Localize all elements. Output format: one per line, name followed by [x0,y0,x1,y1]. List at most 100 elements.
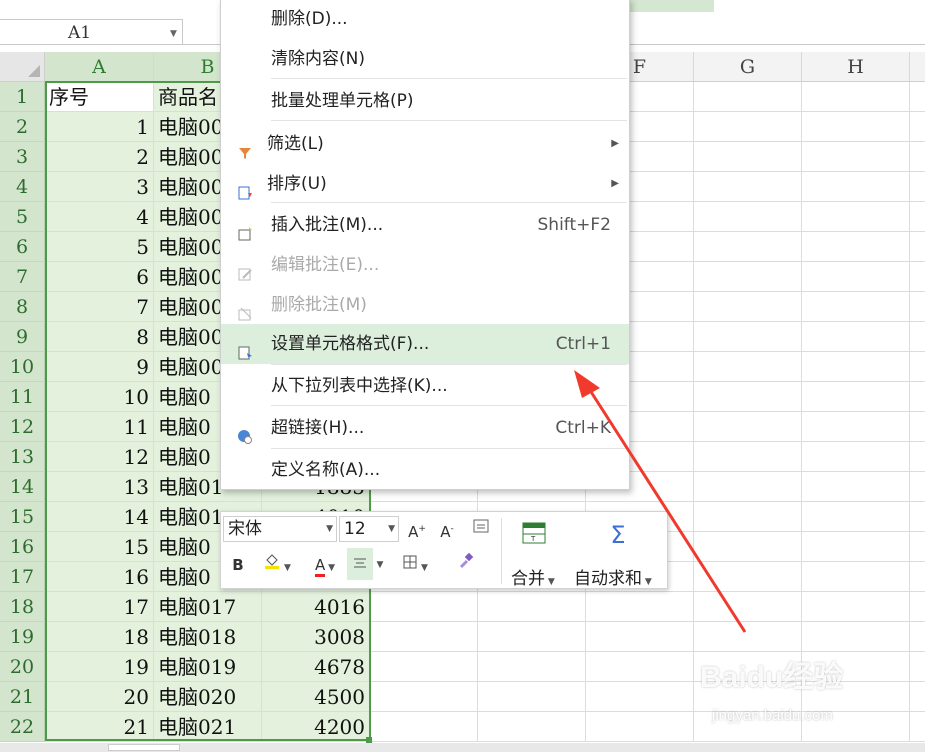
cell-next[interactable] [910,352,925,382]
cell-g[interactable] [694,292,802,322]
cell-h[interactable] [802,82,910,112]
cell-g[interactable] [694,382,802,412]
cell-g[interactable] [694,622,802,652]
row-header[interactable]: 8 [0,292,45,322]
scrollbar-thumb[interactable] [108,744,180,751]
cell-e[interactable] [478,712,586,742]
cell-h[interactable] [802,442,910,472]
row-header[interactable]: 9 [0,322,45,352]
cell-a[interactable]: 14 [45,502,154,532]
cell-a[interactable]: 4 [45,202,154,232]
merge-button[interactable]: 合并 ▼ [511,564,555,589]
cell-next[interactable] [910,142,925,172]
cell-d[interactable] [370,652,478,682]
cell-a[interactable]: 15 [45,532,154,562]
cell-a[interactable]: 10 [45,382,154,412]
cell-h[interactable] [802,562,910,592]
row-header[interactable]: 14 [0,472,45,502]
bold-button[interactable]: B [227,552,249,578]
cell-a[interactable]: 16 [45,562,154,592]
cell-a[interactable]: 17 [45,592,154,622]
menu-item-9[interactable]: 从下拉列表中选择(K)... [221,366,629,406]
cell-a[interactable]: 19 [45,652,154,682]
chevron-down-icon[interactable]: ▼ [326,517,333,541]
cell-next[interactable] [910,442,925,472]
cell-g[interactable] [694,202,802,232]
row-header[interactable]: 19 [0,622,45,652]
cell-a[interactable]: 5 [45,232,154,262]
column-header-h[interactable]: H [802,52,910,82]
cell-next[interactable] [910,532,925,562]
cell-b[interactable]: 电脑018 [154,622,262,652]
row-header[interactable]: 22 [0,712,45,742]
font-size-select[interactable]: 12 ▼ [339,516,399,542]
cell-a[interactable]: 9 [45,352,154,382]
cell-next[interactable] [910,622,925,652]
cell-f[interactable] [586,592,694,622]
row-header[interactable]: 1 [0,82,45,112]
cell-a[interactable]: 11 [45,412,154,442]
name-box[interactable]: A1 ▼ [0,19,183,45]
chevron-down-icon[interactable]: ▼ [373,552,387,578]
borders-button[interactable]: ▼ [395,552,435,578]
row-header[interactable]: 10 [0,352,45,382]
cell-c[interactable]: 4678 [262,652,370,682]
cell-b[interactable]: 电脑020 [154,682,262,712]
row-header[interactable]: 12 [0,412,45,442]
row-header[interactable]: 4 [0,172,45,202]
cell-a[interactable]: 20 [45,682,154,712]
row-header[interactable]: 6 [0,232,45,262]
cell-g[interactable] [694,412,802,442]
row-header[interactable]: 15 [0,502,45,532]
cell-a[interactable]: 18 [45,622,154,652]
cell-next[interactable] [910,562,925,592]
cell-h[interactable] [802,502,910,532]
sigma-icon[interactable]: Σ [603,522,633,548]
horizontal-scrollbar[interactable] [0,743,925,752]
cell-g[interactable] [694,112,802,142]
row-header[interactable]: 18 [0,592,45,622]
cell-h[interactable] [802,202,910,232]
cell-g[interactable] [694,562,802,592]
cell-d[interactable] [370,712,478,742]
cell-g[interactable] [694,592,802,622]
menu-item-0[interactable]: 删除(D)... [221,0,629,39]
name-box-value[interactable]: A1 [68,23,91,43]
cell-c[interactable]: 4500 [262,682,370,712]
cell-next[interactable] [910,592,925,622]
decrease-font-button[interactable]: A- [435,516,459,542]
cell-h[interactable] [802,232,910,262]
cell-g[interactable] [694,172,802,202]
cell-next[interactable] [910,502,925,532]
cell-c[interactable]: 4200 [262,712,370,742]
cell-g[interactable] [694,532,802,562]
cell-f[interactable] [586,682,694,712]
cell-g[interactable] [694,442,802,472]
cell-h[interactable] [802,322,910,352]
cell-a[interactable]: 6 [45,262,154,292]
cell-next[interactable] [910,412,925,442]
cell-h[interactable] [802,292,910,322]
cell-next[interactable] [910,262,925,292]
cell-h[interactable] [802,472,910,502]
cell-h[interactable] [802,412,910,442]
cell-a[interactable]: 8 [45,322,154,352]
cell-next[interactable] [910,292,925,322]
cell-g[interactable] [694,322,802,352]
cell-next[interactable] [910,472,925,502]
row-header[interactable]: 20 [0,652,45,682]
cell-h[interactable] [802,592,910,622]
cell-f[interactable] [586,712,694,742]
cell-b[interactable]: 电脑021 [154,712,262,742]
format-painter-button[interactable] [453,552,479,578]
menu-item-2[interactable]: 批量处理单元格(P) [221,81,629,121]
cell-h[interactable] [802,262,910,292]
cell-next[interactable] [910,172,925,202]
cell-e[interactable] [478,592,586,622]
menu-item-10[interactable]: 超链接(H)... Ctrl+K [221,408,629,448]
chevron-down-icon[interactable]: ▼ [388,517,395,541]
cell-d[interactable] [370,622,478,652]
row-header[interactable]: 13 [0,442,45,472]
column-header-next[interactable] [910,52,925,82]
cell-next[interactable] [910,652,925,682]
